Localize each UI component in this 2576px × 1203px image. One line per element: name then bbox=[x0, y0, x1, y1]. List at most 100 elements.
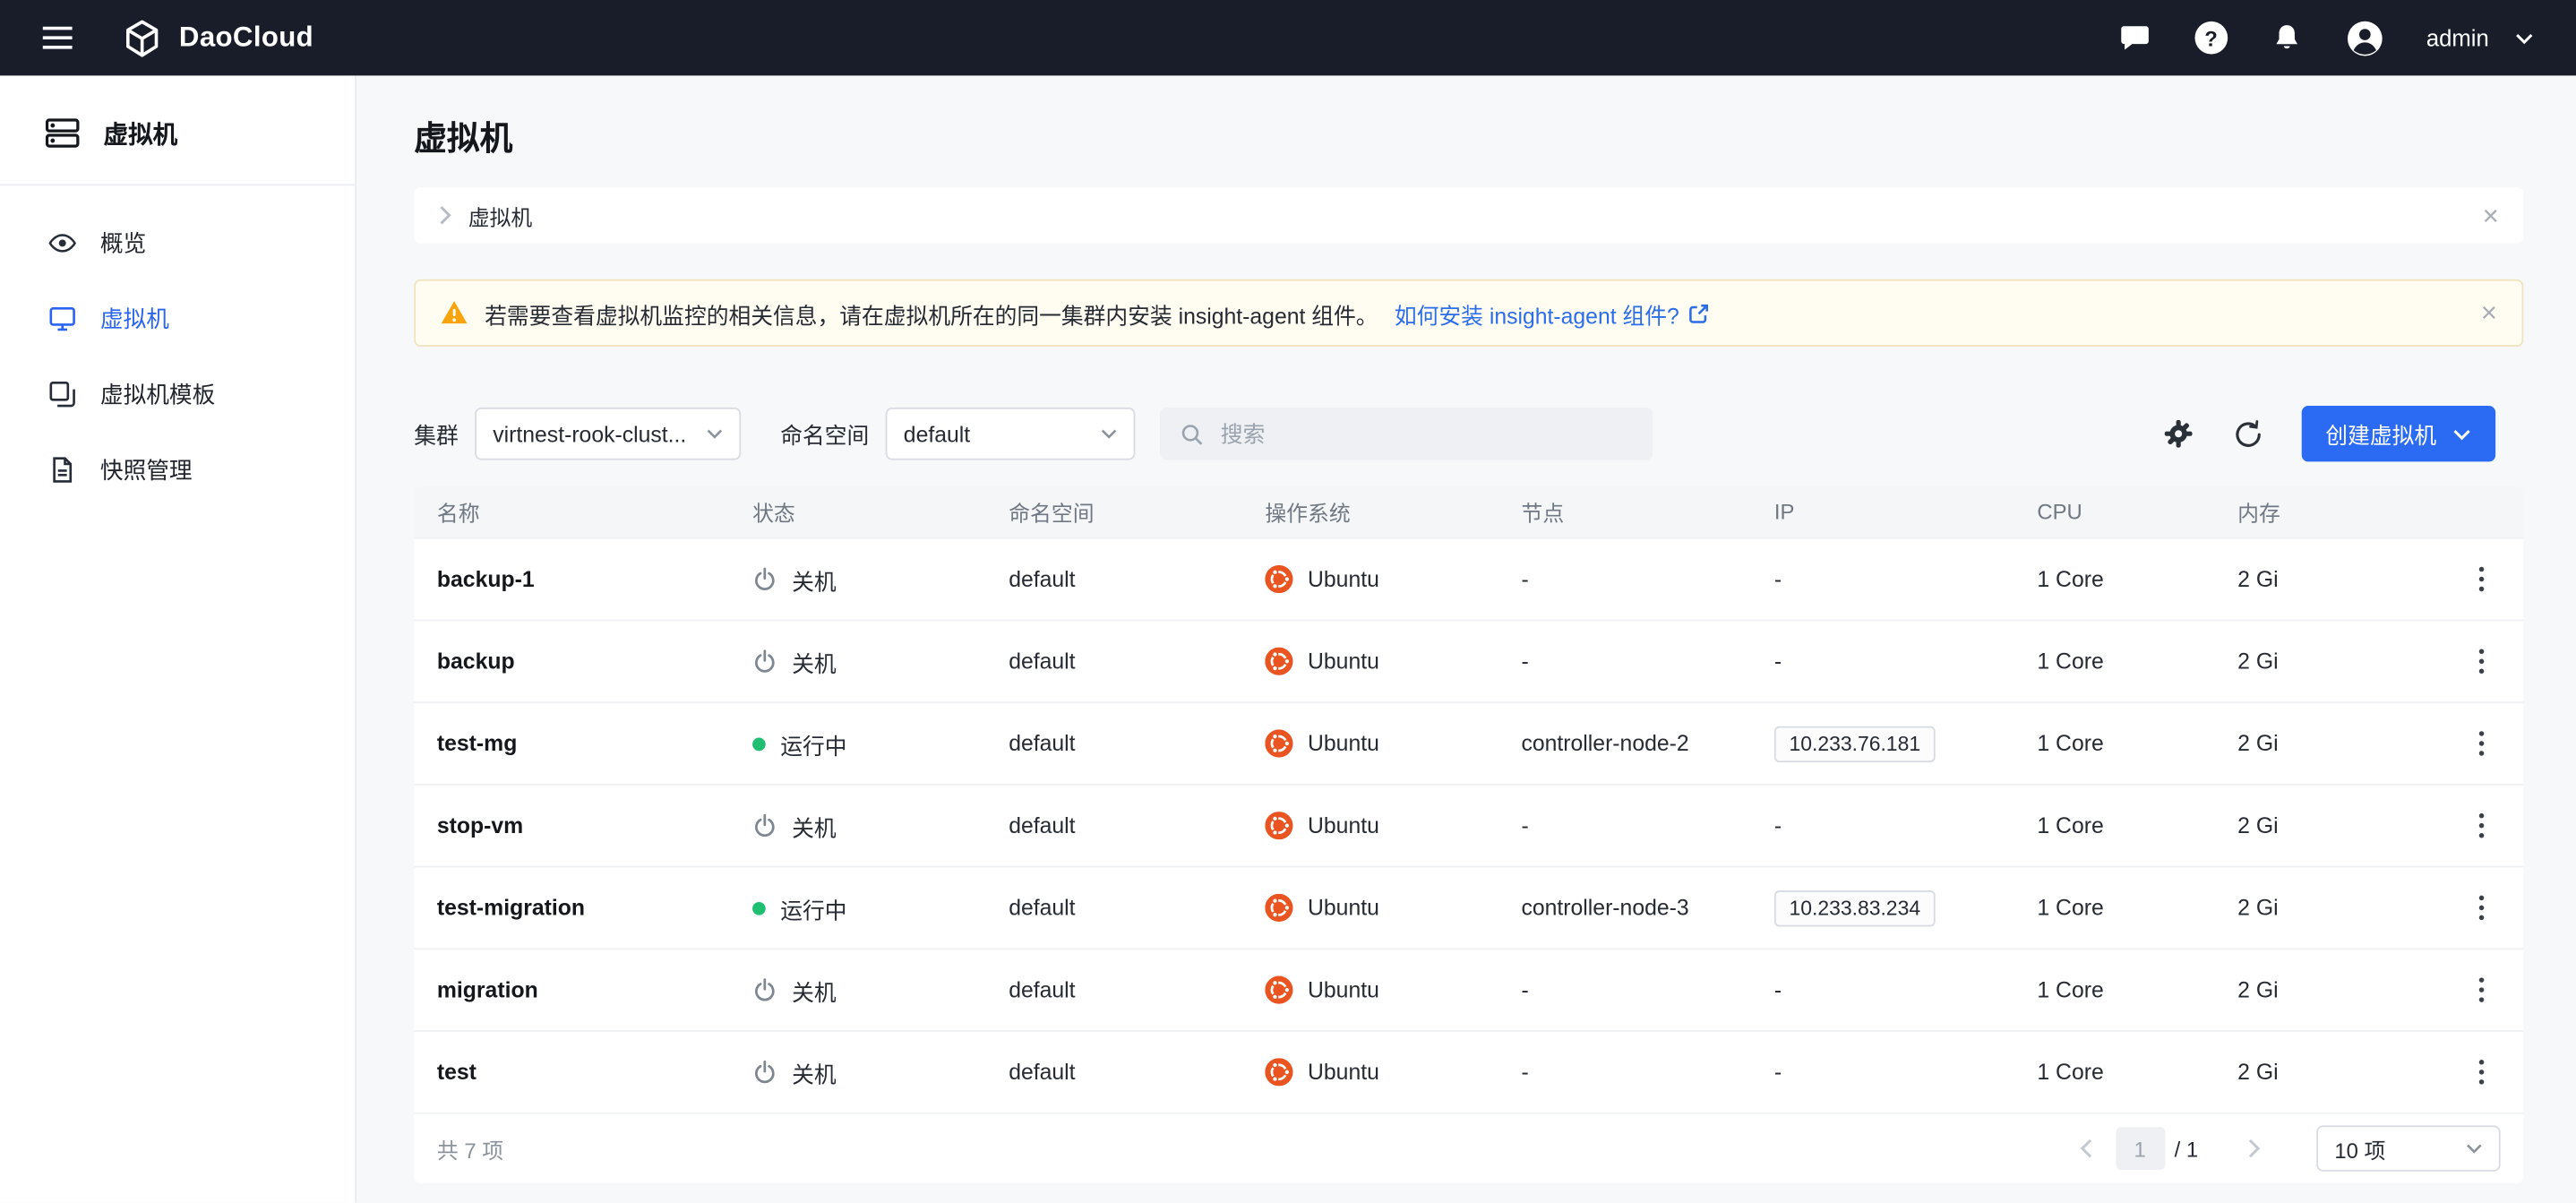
power-off-icon bbox=[752, 1060, 777, 1085]
refresh-icon[interactable] bbox=[2232, 418, 2263, 450]
vm-os-label: Ubuntu bbox=[1308, 649, 1379, 675]
vm-name[interactable]: test-mg bbox=[437, 731, 752, 756]
vm-memory: 2 Gi bbox=[2237, 649, 2444, 675]
user-menu[interactable]: admin bbox=[2426, 25, 2533, 51]
ubuntu-icon bbox=[1265, 894, 1292, 922]
vm-os: Ubuntu bbox=[1265, 812, 1521, 839]
vm-os: Ubuntu bbox=[1265, 1058, 1521, 1086]
row-actions-kebab-icon[interactable] bbox=[2469, 721, 2494, 766]
help-icon[interactable]: ? bbox=[2194, 21, 2228, 55]
vm-name[interactable]: migration bbox=[437, 977, 752, 1002]
row-actions-kebab-icon[interactable] bbox=[2469, 639, 2494, 683]
sidebar-item-vm-templates[interactable]: 虚拟机模板 bbox=[0, 357, 355, 432]
vm-name[interactable]: test bbox=[437, 1060, 752, 1085]
running-dot-icon bbox=[752, 737, 766, 751]
vm-status-label: 关机 bbox=[792, 1055, 837, 1088]
vm-memory: 2 Gi bbox=[2237, 1060, 2444, 1085]
vm-cpu: 1 Core bbox=[2037, 977, 2237, 1002]
vm-node: - bbox=[1521, 977, 1773, 1002]
cluster-select-value: virtnest-rook-clust... bbox=[493, 421, 686, 446]
navbar-right: ? admin bbox=[2117, 19, 2533, 56]
vm-namespace: default bbox=[1009, 567, 1265, 592]
settings-gear-icon[interactable] bbox=[2161, 417, 2194, 451]
vm-ip: 10.233.76.181 bbox=[1774, 726, 1936, 762]
next-page-icon[interactable] bbox=[2241, 1132, 2267, 1165]
app-root: DaoCloud ? bbox=[0, 0, 2576, 1203]
sidebar: 虚拟机 概览 虚拟机 bbox=[0, 75, 356, 1202]
vm-node: - bbox=[1521, 813, 1773, 838]
alert-help-link[interactable]: 如何安装 insight-agent 组件? bbox=[1395, 296, 1711, 330]
namespace-select[interactable]: default bbox=[886, 408, 1136, 460]
avatar[interactable] bbox=[2346, 19, 2383, 56]
vm-name[interactable]: backup bbox=[437, 649, 752, 675]
row-actions-kebab-icon[interactable] bbox=[2469, 803, 2494, 847]
row-actions-kebab-icon[interactable] bbox=[2469, 967, 2494, 1012]
vm-node: - bbox=[1521, 1060, 1773, 1085]
power-off-icon bbox=[752, 567, 777, 592]
vm-ip: - bbox=[1774, 567, 1782, 592]
brand-logo[interactable]: DaoCloud bbox=[122, 17, 313, 58]
vm-namespace: default bbox=[1009, 813, 1265, 838]
vm-name[interactable]: backup-1 bbox=[437, 567, 752, 592]
snapshot-icon bbox=[47, 455, 77, 485]
table-row: migration 关机 default bbox=[414, 948, 2523, 1030]
vm-status-label: 关机 bbox=[792, 974, 837, 1007]
page-size-value: 10 项 bbox=[2334, 1133, 2385, 1164]
vm-cpu: 1 Core bbox=[2037, 1060, 2237, 1085]
page-size-select[interactable]: 10 项 bbox=[2316, 1125, 2500, 1171]
col-header-cpu: CPU bbox=[2037, 500, 2237, 525]
col-header-namespace: 命名空间 bbox=[1009, 496, 1265, 528]
vm-status: 运行中 bbox=[752, 891, 1009, 924]
chevron-down-icon bbox=[2452, 428, 2470, 440]
row-actions-kebab-icon[interactable] bbox=[2469, 1050, 2494, 1095]
vm-status: 关机 bbox=[752, 809, 1009, 842]
vm-name[interactable]: stop-vm bbox=[437, 813, 752, 838]
current-page-input[interactable]: 1 bbox=[2116, 1127, 2165, 1170]
message-icon[interactable] bbox=[2117, 21, 2152, 55]
sidebar-module-title: 虚拟机 bbox=[0, 75, 355, 184]
sidebar-module-title-label: 虚拟机 bbox=[104, 116, 178, 150]
vm-table: 名称 状态 命名空间 操作系统 节点 IP CPU 内存 backup-1 关机 bbox=[414, 486, 2523, 1183]
table-row: test-migration 运行中 default Ubuntu contro… bbox=[414, 866, 2523, 949]
brand-name: DaoCloud bbox=[179, 21, 313, 55]
vm-status: 关机 bbox=[752, 563, 1009, 596]
breadcrumb-close-icon[interactable]: × bbox=[2483, 202, 2499, 229]
vm-status-label: 运行中 bbox=[780, 727, 846, 760]
vm-memory: 2 Gi bbox=[2237, 731, 2444, 756]
cluster-select[interactable]: virtnest-rook-clust... bbox=[475, 408, 741, 460]
chevron-down-icon bbox=[2515, 32, 2533, 44]
table-row: test-mg 运行中 default Ubuntu controller-no… bbox=[414, 701, 2523, 784]
vm-template-icon bbox=[47, 380, 77, 409]
vm-memory: 2 Gi bbox=[2237, 896, 2444, 921]
ubuntu-icon bbox=[1265, 1058, 1292, 1086]
create-vm-button[interactable]: 创建虚拟机 bbox=[2301, 406, 2495, 461]
hamburger-menu-icon[interactable] bbox=[43, 26, 73, 49]
row-actions-kebab-icon[interactable] bbox=[2469, 885, 2494, 930]
alert-close-icon[interactable]: × bbox=[2481, 299, 2497, 327]
sidebar-item-snapshots[interactable]: 快照管理 bbox=[0, 432, 355, 507]
vm-namespace: default bbox=[1009, 896, 1265, 921]
breadcrumb-chevron-icon[interactable] bbox=[439, 205, 452, 225]
vm-status-label: 关机 bbox=[792, 563, 837, 596]
chevron-down-icon bbox=[1101, 429, 1117, 439]
power-off-icon bbox=[752, 649, 777, 675]
row-actions-kebab-icon[interactable] bbox=[2469, 556, 2494, 601]
daocloud-cube-icon bbox=[122, 17, 163, 58]
bell-icon[interactable] bbox=[2271, 21, 2304, 56]
namespace-select-value: default bbox=[904, 421, 970, 446]
sidebar-item-virtual-machines[interactable]: 虚拟机 bbox=[0, 281, 355, 357]
table-row: test 关机 default Ubunt bbox=[414, 1030, 2523, 1113]
ubuntu-icon bbox=[1265, 565, 1292, 593]
total-count: 共 7 项 bbox=[437, 1133, 503, 1164]
col-header-ip: IP bbox=[1774, 500, 2037, 525]
vm-os: Ubuntu bbox=[1265, 894, 1521, 922]
prev-page-icon[interactable] bbox=[2073, 1132, 2099, 1165]
vm-name[interactable]: test-migration bbox=[437, 896, 752, 921]
breadcrumb-item[interactable]: 虚拟机 bbox=[468, 200, 533, 231]
vm-os-label: Ubuntu bbox=[1308, 896, 1379, 921]
sidebar-item-overview[interactable]: 概览 bbox=[0, 205, 355, 280]
vm-cpu: 1 Core bbox=[2037, 731, 2237, 756]
insight-agent-alert: 若需要查看虚拟机监控的相关信息，请在虚拟机所在的同一集群内安装 insight-… bbox=[414, 279, 2523, 347]
search-input[interactable] bbox=[1217, 420, 1633, 448]
vm-os-label: Ubuntu bbox=[1308, 813, 1379, 838]
